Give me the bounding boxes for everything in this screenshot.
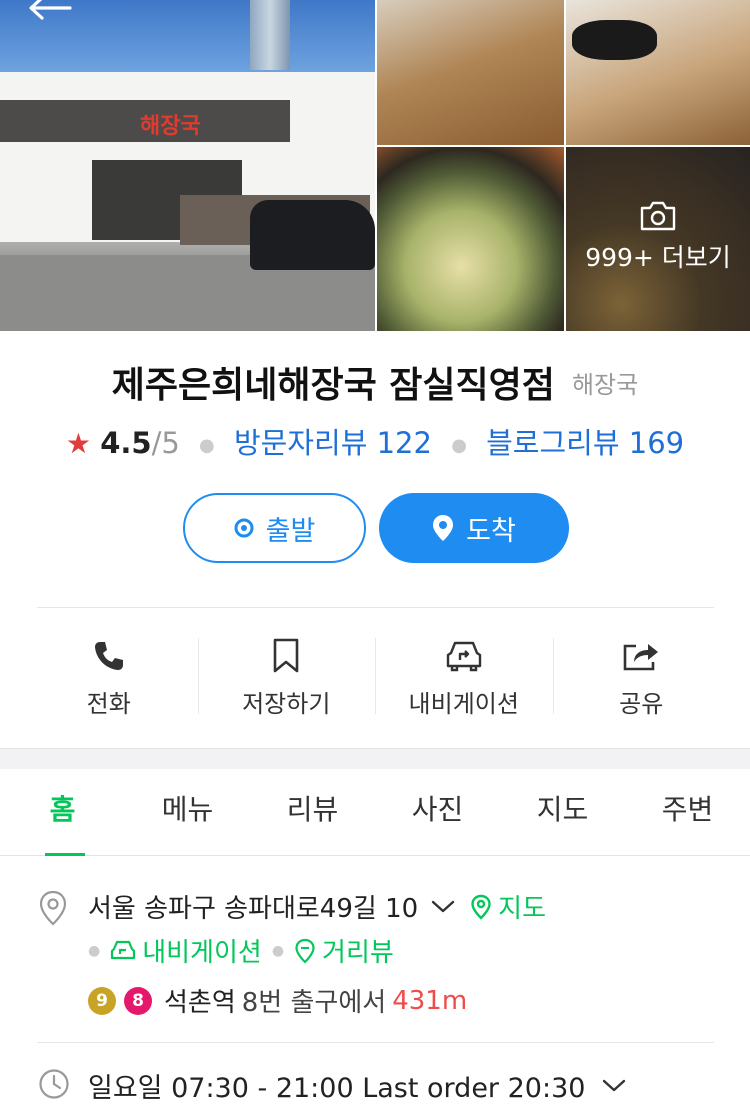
tab-menu[interactable]: 메뉴 bbox=[125, 769, 250, 855]
separator-dot: ● bbox=[451, 434, 467, 456]
navigation-button[interactable]: 내비게이션 bbox=[375, 636, 553, 718]
start-point-icon bbox=[234, 518, 254, 538]
share-label: 공유 bbox=[619, 690, 664, 718]
streetview-link[interactable]: 거리뷰 bbox=[294, 932, 394, 969]
tab-map[interactable]: 지도 bbox=[500, 769, 625, 855]
more-photos-button[interactable]: 999+ 더보기 bbox=[566, 200, 750, 274]
divider bbox=[37, 607, 714, 608]
food-photo[interactable] bbox=[377, 147, 564, 331]
address-text: 서울 송파구 송파대로49길 10 bbox=[88, 894, 419, 924]
navigation-links-row: ● 내비게이션 ● 거리뷰 bbox=[88, 932, 394, 969]
map-link-label: 지도 bbox=[498, 894, 547, 924]
car-icon bbox=[111, 940, 136, 959]
store-sign: 해장국 bbox=[0, 100, 290, 142]
navigation-link[interactable]: 내비게이션 bbox=[110, 932, 262, 969]
map-link[interactable]: 지도 bbox=[470, 888, 546, 925]
interior-photo-2[interactable] bbox=[566, 0, 750, 145]
blog-review-link[interactable]: 블로그리뷰 169 bbox=[486, 426, 684, 460]
interior-photo-1[interactable] bbox=[377, 0, 564, 145]
place-header: 제주은희네해장국 잠실직영점 해장국 bbox=[0, 356, 750, 408]
subway-line-9-badge: 9 bbox=[88, 986, 116, 1015]
back-arrow-icon[interactable] bbox=[26, 0, 72, 24]
distance-text: 431m bbox=[392, 985, 468, 1016]
chevron-down-icon[interactable] bbox=[601, 1078, 627, 1094]
start-route-button[interactable]: 출발 bbox=[183, 493, 366, 563]
streetview-icon bbox=[295, 938, 315, 964]
exit-text: 8번 출구에서 bbox=[241, 988, 387, 1018]
share-button[interactable]: 공유 bbox=[552, 636, 731, 718]
tower-shape bbox=[250, 0, 290, 70]
star-icon: ★ bbox=[65, 427, 91, 460]
rating-max: /5 bbox=[151, 426, 180, 460]
tab-nearby[interactable]: 주변 bbox=[625, 769, 750, 855]
save-label: 저장하기 bbox=[242, 690, 331, 718]
clock-icon bbox=[39, 1069, 69, 1099]
station-name: 석촌역 bbox=[164, 988, 236, 1018]
bookmark-icon bbox=[273, 638, 299, 673]
more-photos-label: 999+ 더보기 bbox=[585, 243, 731, 272]
chevron-down-icon[interactable] bbox=[430, 899, 456, 915]
phone-icon bbox=[94, 642, 123, 670]
store-sign-text: 해장국 bbox=[140, 114, 201, 139]
address-row: 서울 송파구 송파대로49길 10 지도 bbox=[88, 888, 546, 925]
tab-photo[interactable]: 사진 bbox=[375, 769, 500, 855]
start-route-label: 출발 bbox=[265, 515, 316, 547]
location-pin-icon bbox=[432, 514, 454, 542]
section-gap bbox=[0, 748, 750, 769]
visitor-review-link[interactable]: 방문자리뷰 122 bbox=[234, 426, 432, 460]
place-name: 제주은희네해장국 잠실직영점 bbox=[111, 365, 555, 406]
hours-text: 일요일 07:30 - 21:00 Last order 20:30 bbox=[88, 1073, 586, 1104]
separator-dot: ● bbox=[199, 434, 215, 456]
hours-row[interactable]: 일요일 07:30 - 21:00 Last order 20:30 bbox=[88, 1066, 627, 1105]
car-navigation-icon bbox=[446, 641, 481, 672]
rating-row: ★ 4.5/5 ● 방문자리뷰 122 ● 블로그리뷰 169 bbox=[0, 420, 750, 462]
photo-grid[interactable]: 해장국 999+ 더보기 bbox=[0, 0, 750, 331]
navigation-link-label: 내비게이션 bbox=[142, 938, 262, 968]
tab-bar: 홈 메뉴 리뷰 사진 지도 주변 bbox=[0, 769, 750, 856]
car-shape bbox=[250, 200, 375, 270]
divider bbox=[37, 1042, 714, 1043]
tab-home[interactable]: 홈 bbox=[0, 769, 125, 856]
subway-row: 9 8 석촌역 8번 출구에서 431m bbox=[88, 982, 467, 1019]
streetview-link-label: 거리뷰 bbox=[322, 938, 394, 968]
place-category: 해장국 bbox=[571, 370, 639, 399]
rating-score: 4.5 bbox=[100, 426, 152, 460]
arrive-route-button[interactable]: 도착 bbox=[379, 493, 569, 563]
storefront-photo[interactable]: 해장국 bbox=[0, 0, 375, 331]
subway-line-8-badge: 8 bbox=[124, 986, 152, 1015]
wall-art-shape bbox=[572, 20, 657, 60]
call-button[interactable]: 전화 bbox=[20, 636, 198, 718]
tab-review[interactable]: 리뷰 bbox=[250, 769, 375, 855]
arrive-route-label: 도착 bbox=[466, 515, 516, 547]
share-icon bbox=[623, 644, 659, 671]
call-label: 전화 bbox=[86, 690, 131, 718]
separator-dot: ● bbox=[271, 942, 285, 959]
save-button[interactable]: 저장하기 bbox=[197, 636, 376, 718]
location-pin-outline-icon bbox=[39, 890, 67, 926]
separator-dot: ● bbox=[88, 942, 101, 959]
map-pin-icon bbox=[471, 894, 491, 920]
navigation-label: 내비게이션 bbox=[408, 690, 519, 718]
action-bar: 전화 저장하기 내비게이션 공유 bbox=[20, 636, 731, 718]
camera-icon bbox=[640, 201, 676, 231]
